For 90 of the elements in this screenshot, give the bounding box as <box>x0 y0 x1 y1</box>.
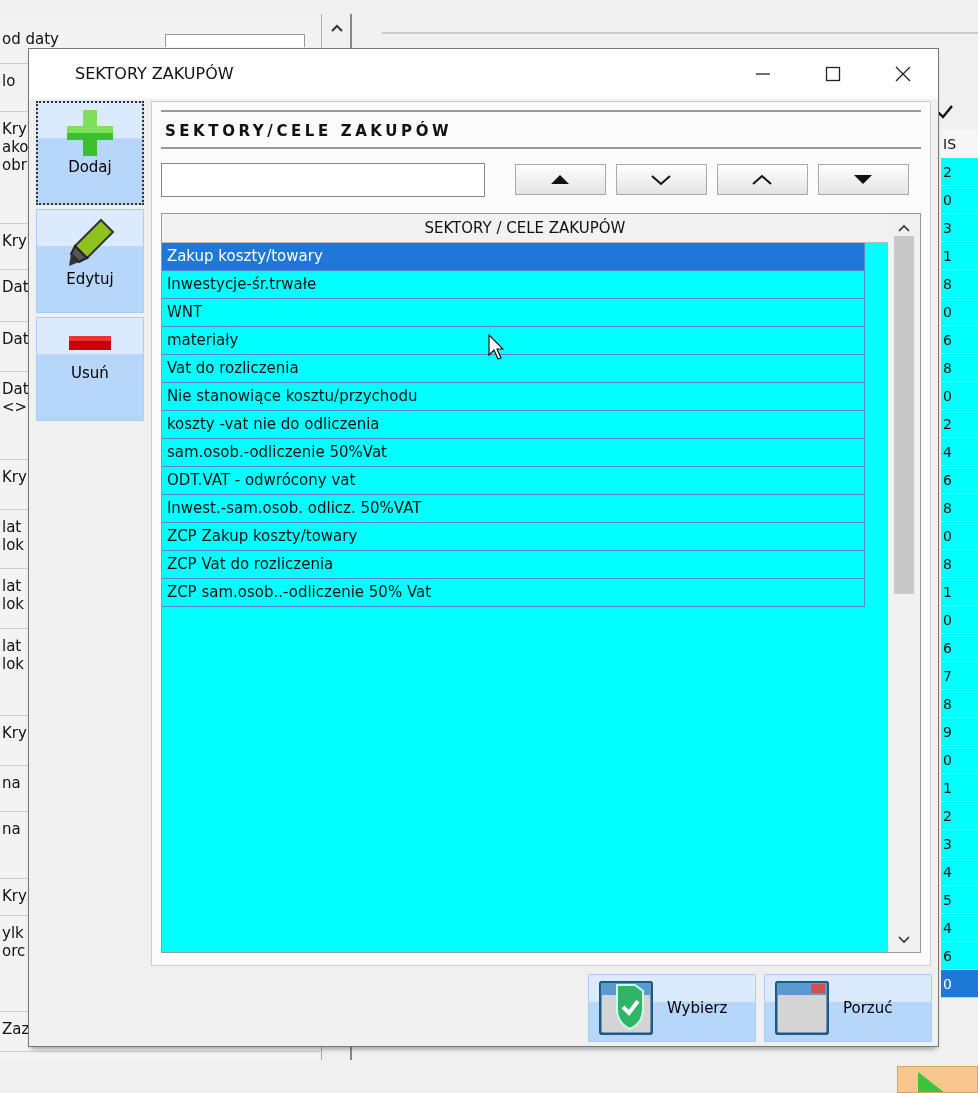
grid-row[interactable]: Nie stanowiące kosztu/przychodu <box>161 382 865 411</box>
close-icon[interactable] <box>895 66 911 82</box>
table-cell[interactable]: 3 <box>941 214 978 242</box>
mouse-cursor-icon <box>488 334 504 360</box>
scroll-up-icon[interactable] <box>898 223 910 232</box>
nav-button[interactable] <box>817 164 909 195</box>
field-label: lat <box>2 577 22 595</box>
scrollbar-thumb[interactable] <box>894 235 914 594</box>
table-cell[interactable]: 0 <box>941 298 978 326</box>
table-cell[interactable]: 9 <box>941 718 978 746</box>
window-shield-icon <box>599 981 653 1035</box>
field-label: orc <box>2 942 26 960</box>
window-title: SEKTORY ZAKUPÓW <box>75 63 235 85</box>
table-cell[interactable]: 0 <box>941 606 978 634</box>
table-cell[interactable]: 4 <box>941 438 978 466</box>
table-cell[interactable]: 8 <box>941 270 978 298</box>
table-cell[interactable]: 0 <box>941 522 978 550</box>
field-label: obr <box>2 156 27 174</box>
table-cell[interactable]: 3 <box>941 830 978 858</box>
field-label: od daty <box>2 30 59 48</box>
table-cell[interactable]: 8 <box>941 354 978 382</box>
grid-row[interactable]: WNT <box>161 298 865 327</box>
field-label: lat <box>2 518 22 536</box>
grid-row[interactable]: ODT.VAT - odwrócony vat <box>161 466 865 495</box>
table-cell[interactable]: 6 <box>941 326 978 354</box>
table-cell[interactable]: 6 <box>941 466 978 494</box>
field-label: lok <box>2 655 25 673</box>
table-cell[interactable]: 8 <box>941 494 978 522</box>
table-cell[interactable]: 1 <box>941 242 978 270</box>
grid-row[interactable]: Inwest.-sam.osob. odlicz. 50%VAT <box>161 494 865 523</box>
field-label: Dat <box>2 278 29 296</box>
field-label: na <box>2 820 21 838</box>
table-cell[interactable]: 1 <box>941 774 978 802</box>
table-cell[interactable]: 2 <box>941 158 978 186</box>
column-header: SEKTORY / CELE ZAKUPÓW <box>161 213 888 243</box>
table-cell[interactable]: 0 <box>941 746 978 774</box>
table-cell[interactable]: 8 <box>941 550 978 578</box>
field-label: Kry <box>2 887 27 905</box>
scroll-down-icon[interactable] <box>898 935 910 944</box>
toolbar-button[interactable]: Dodaj <box>36 101 144 205</box>
toolbar-button[interactable]: Edytuj <box>36 209 144 313</box>
table-cell[interactable]: 5 <box>941 886 978 914</box>
grid-row[interactable]: Inwestycje-śr.trwałe <box>161 270 865 299</box>
table-cell[interactable]: 6 <box>941 942 978 970</box>
toolbar-button[interactable]: Usuń <box>36 317 144 421</box>
field-label: lo <box>2 72 16 90</box>
scroll-up-icon[interactable] <box>330 23 344 33</box>
table-cell[interactable]: 7 <box>941 662 978 690</box>
table-cell[interactable]: 0 <box>941 970 978 998</box>
field-label: <> <box>2 398 28 416</box>
grid-row[interactable]: Vat do rozliczenia <box>161 354 865 383</box>
table-cell[interactable]: 2 <box>941 802 978 830</box>
field-label: lat <box>2 637 22 655</box>
grid-row[interactable]: sam.osob.-odliczenie 50%Vat <box>161 438 865 467</box>
grid-row[interactable]: ZCP Zakup koszty/towary <box>161 522 865 551</box>
field-label: Kry <box>2 468 27 486</box>
window-close-icon <box>775 981 829 1035</box>
field-label: lok <box>2 536 25 554</box>
field-label: na <box>2 774 21 792</box>
field-label: ylk <box>2 924 24 942</box>
field-label: lok <box>2 595 25 613</box>
minus-icon <box>68 336 111 350</box>
select-button[interactable]: Wybierz <box>588 974 756 1042</box>
nav-button[interactable] <box>514 164 606 195</box>
date-field[interactable] <box>165 34 305 47</box>
search-field[interactable] <box>160 162 485 197</box>
plus-icon <box>66 110 113 156</box>
table-cell[interactable]: 6 <box>941 634 978 662</box>
table-cell[interactable]: 0 <box>941 186 978 214</box>
grid-row[interactable]: ZCP sam.osob..-odliczenie 50% Vat <box>161 578 865 607</box>
field-label: Dat <box>2 380 29 398</box>
table-cell[interactable]: 4 <box>941 914 978 942</box>
field-label: Kry <box>2 232 27 250</box>
field-label: Kry <box>2 120 27 138</box>
column-header: IS <box>941 130 978 158</box>
table-cell[interactable]: 0 <box>941 382 978 410</box>
table-cell[interactable]: 4 <box>941 858 978 886</box>
grid-row[interactable]: ZCP Vat do rozliczenia <box>161 550 865 579</box>
field-label: ako <box>2 138 29 156</box>
cancel-button[interactable]: Porzuć <box>764 974 932 1042</box>
grid-row[interactable]: koszty -vat nie do odliczenia <box>161 410 865 439</box>
field-label: Kry <box>2 724 27 742</box>
section-heading: SEKTORY/CELE ZAKUPÓW <box>160 110 921 149</box>
table-cell[interactable]: 2 <box>941 410 978 438</box>
table-cell[interactable]: 1 <box>941 578 978 606</box>
field-label: Zaz <box>2 1020 30 1038</box>
maximize-icon[interactable] <box>825 66 841 82</box>
field-label: Dat <box>2 330 29 348</box>
table-cell[interactable]: 8 <box>941 690 978 718</box>
grid-row[interactable]: Zakup koszty/towary <box>161 242 865 271</box>
